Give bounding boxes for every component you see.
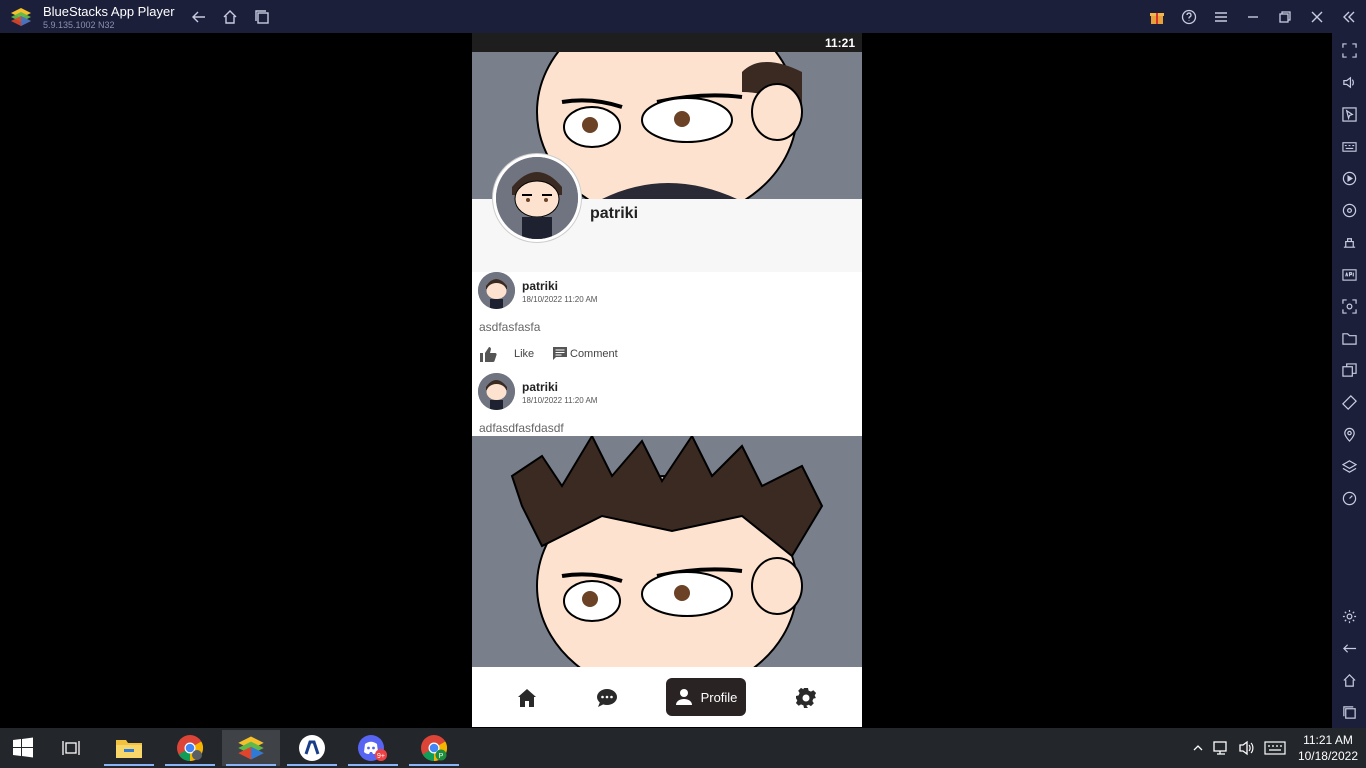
post-author[interactable]: patriki: [522, 279, 558, 293]
layers-icon[interactable]: [1340, 457, 1358, 475]
pointer-icon[interactable]: [1340, 105, 1358, 123]
post-card: patriki 18/10/2022 11:20 AM adfasdfasfda…: [472, 373, 862, 436]
app-title: BlueStacks App Player: [43, 4, 175, 19]
taskbar-discord[interactable]: 9+: [344, 730, 402, 766]
menu-icon[interactable]: [1210, 6, 1232, 28]
discord-badge: 9+: [377, 753, 385, 760]
post-text: asdfasfasfa: [479, 320, 541, 334]
post-illustration: [510, 436, 824, 667]
taskbar-bluestacks[interactable]: [222, 730, 280, 766]
app-version: 5.9.135.1002 N32: [43, 20, 115, 30]
fullscreen-icon[interactable]: [1340, 41, 1358, 59]
android-back-icon[interactable]: [1340, 639, 1358, 657]
windows-logo-icon: [13, 737, 33, 758]
side-toolbar: [1332, 33, 1366, 728]
nav-chat-icon[interactable]: [596, 687, 618, 709]
volume-icon[interactable]: [1340, 73, 1358, 91]
nav-profile-label: Profile: [700, 689, 738, 705]
status-bar: 11:21: [472, 33, 862, 52]
discord-icon: 9+: [358, 735, 387, 761]
nav-settings-icon[interactable]: [795, 687, 817, 709]
keyboard-icon[interactable]: [1340, 137, 1358, 155]
chrome-profile-icon: P: [421, 735, 448, 762]
post-author-avatar[interactable]: [478, 373, 515, 410]
back-icon[interactable]: [188, 6, 210, 28]
post-text: adfasdfasfdasdf: [479, 421, 564, 435]
file-explorer-icon: [116, 740, 142, 758]
close-icon[interactable]: [1306, 6, 1328, 28]
bottom-navigation: Profile: [472, 667, 862, 727]
chrome-icon: [177, 735, 204, 762]
restore-icon[interactable]: [1274, 6, 1296, 28]
screenshot-icon[interactable]: [1340, 297, 1358, 315]
taskbar-chrome[interactable]: [161, 730, 219, 766]
android-home-icon[interactable]: [1340, 671, 1358, 689]
sync-icon[interactable]: [1340, 201, 1358, 219]
speaker-icon[interactable]: [1238, 740, 1256, 756]
avatar-illustration: [478, 373, 515, 410]
avatar-illustration: [478, 272, 515, 309]
profile-avatar[interactable]: [493, 154, 581, 242]
home-icon[interactable]: [219, 6, 241, 28]
task-view-icon: [62, 741, 80, 755]
nav-home-icon[interactable]: [516, 687, 538, 709]
tray-clock[interactable]: 11:21 AM 10/18/2022: [1298, 732, 1358, 764]
post-author-avatar[interactable]: [478, 272, 515, 309]
multi-instance-icon[interactable]: [1340, 361, 1358, 379]
nav-profile-tab[interactable]: Profile: [666, 678, 746, 716]
help-icon[interactable]: [1178, 6, 1200, 28]
minimize-icon[interactable]: [1242, 6, 1264, 28]
apk-install-icon[interactable]: [1340, 265, 1358, 283]
tray-time: 11:21 AM: [1303, 733, 1353, 747]
profile-name: patriki: [590, 205, 639, 222]
folder-icon[interactable]: [1340, 329, 1358, 347]
bluestacks-icon: [238, 736, 264, 760]
like-button[interactable]: Like: [514, 348, 534, 360]
chrome-profile-badge: P: [439, 753, 444, 760]
windows-taskbar: 9+ P 11:21 AM 10/18/2022: [0, 728, 1366, 768]
post-timestamp: 18/10/2022 11:20 AM: [522, 396, 598, 405]
app-icon: [299, 735, 325, 761]
android-recents-icon[interactable]: [1340, 703, 1358, 721]
collapse-sidebar-icon[interactable]: [1338, 6, 1360, 28]
thumbs-up-icon[interactable]: [479, 345, 497, 363]
taskbar-file-explorer[interactable]: [100, 730, 158, 766]
post-author[interactable]: patriki: [522, 380, 558, 394]
title-bar: BlueStacks App Player 5.9.135.1002 N32: [0, 0, 1366, 33]
status-time: 11:21: [824, 36, 855, 50]
person-icon: [675, 689, 692, 705]
eco-mode-icon[interactable]: [1340, 233, 1358, 251]
tray-expand-icon[interactable]: [1193, 744, 1203, 752]
taskbar-app[interactable]: [283, 730, 341, 766]
rotate-icon[interactable]: [1340, 393, 1358, 411]
touch-keyboard-icon[interactable]: [1264, 741, 1286, 755]
tray-date: 10/18/2022: [1297, 749, 1358, 763]
comment-button[interactable]: Comment: [570, 348, 618, 360]
performance-icon[interactable]: [1340, 489, 1358, 507]
taskbar-chrome-profile[interactable]: P: [405, 730, 463, 766]
location-icon[interactable]: [1340, 425, 1358, 443]
task-view-button[interactable]: [46, 730, 96, 766]
network-icon[interactable]: [1213, 740, 1231, 756]
macro-icon[interactable]: [1340, 169, 1358, 187]
settings-icon[interactable]: [1340, 607, 1358, 625]
post-image[interactable]: [472, 436, 862, 667]
recent-apps-icon[interactable]: [251, 6, 273, 28]
post-card: patriki 18/10/2022 11:20 AM asdfasfasfa …: [472, 272, 862, 372]
comment-icon[interactable]: [552, 346, 568, 362]
android-screen: 11:21 patriki patriki 18/10/2022 11:20 A…: [472, 33, 862, 727]
gift-icon[interactable]: [1146, 6, 1168, 28]
post-timestamp: 18/10/2022 11:20 AM: [522, 295, 598, 304]
avatar-illustration: [496, 157, 578, 239]
start-button[interactable]: [0, 730, 46, 766]
bluestacks-logo: [11, 8, 31, 26]
